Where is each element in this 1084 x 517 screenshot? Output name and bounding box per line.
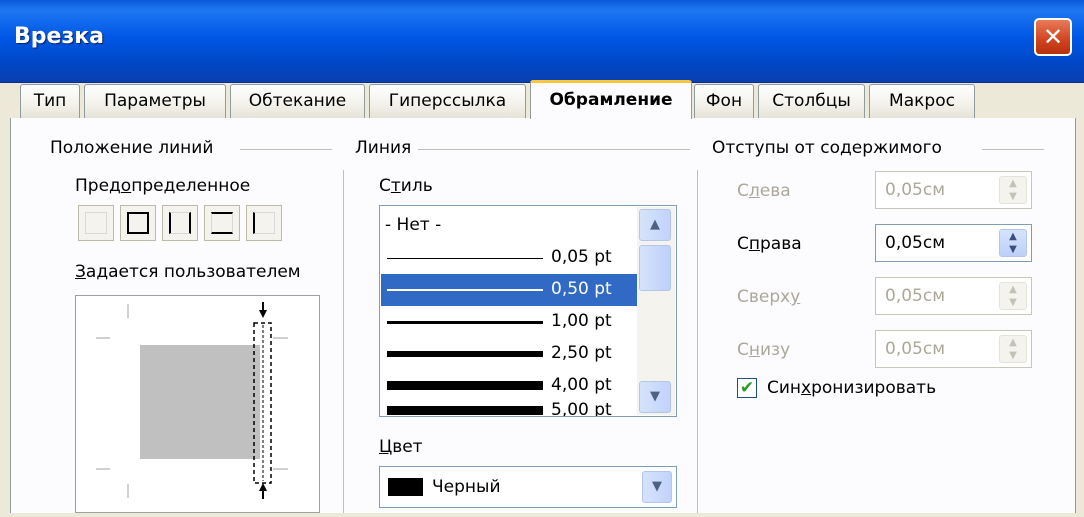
scroll-down-button[interactable]: ▼	[639, 381, 671, 413]
close-button[interactable]: ✕	[1034, 18, 1072, 56]
color-select[interactable]: Черный ▼	[379, 466, 677, 508]
left-spacing-label: Слева	[737, 181, 791, 201]
spin-button[interactable]: ▲ ▼	[999, 229, 1027, 257]
close-icon: ✕	[1042, 23, 1064, 51]
separator	[418, 149, 690, 150]
line-sample	[387, 321, 543, 324]
tab-columns[interactable]: Столбцы	[758, 84, 865, 118]
border-box-icon	[127, 212, 149, 234]
list-item[interactable]: 1,00 pt	[381, 306, 638, 338]
preset-label: Предопределенное	[75, 176, 251, 196]
sync-checkbox[interactable]: ✔	[737, 378, 757, 398]
list-item-label: 5,00 pt	[551, 400, 612, 417]
list-item-label: - Нет -	[385, 215, 442, 235]
line-position-heading: Положение линий	[50, 138, 214, 158]
top-spacing-value: 0,05см	[885, 286, 946, 306]
spin-button[interactable]: ▲ ▼	[999, 176, 1027, 204]
scroll-up-button[interactable]: ▲	[639, 209, 671, 241]
sync-label[interactable]: Синхронизировать	[767, 378, 936, 398]
list-item[interactable]: 0,05 pt	[381, 242, 638, 274]
bottom-spacing-value: 0,05см	[885, 339, 946, 359]
border-preview-drawing	[96, 302, 288, 499]
bottom-spacing-field[interactable]: 0,05см ▲ ▼	[875, 330, 1032, 368]
preset-top-bottom-button[interactable]	[204, 205, 240, 241]
color-label: Цвет	[379, 437, 423, 457]
tab-background[interactable]: Фон	[694, 84, 754, 118]
right-spacing-field[interactable]: 0,05см ▲ ▼	[875, 224, 1032, 262]
color-swatch	[388, 478, 423, 496]
spin-button[interactable]: ▲ ▼	[999, 335, 1027, 363]
list-item-label: 0,05 pt	[551, 247, 612, 267]
border-top-bottom-icon	[211, 212, 233, 234]
border-none-icon	[85, 212, 107, 234]
tab-hyperlink[interactable]: Гиперссылка	[369, 84, 526, 118]
checkmark-icon: ✔	[739, 378, 755, 398]
list-item[interactable]: 4,00 pt	[381, 370, 638, 402]
spin-button[interactable]: ▲ ▼	[999, 282, 1027, 310]
tab-wrap[interactable]: Обтекание	[230, 84, 365, 118]
spacing-heading: Отступы от содержимого	[712, 138, 942, 158]
spin-arrows-icon: ▲ ▼	[1009, 231, 1017, 255]
window-title: Врезка	[14, 24, 104, 49]
line-style-list[interactable]: - Нет - 0,05 pt 0,50 pt 1,00 pt 2,50 pt …	[379, 205, 677, 417]
scroll-thumb[interactable]	[639, 245, 671, 291]
style-label: Стиль	[379, 176, 433, 196]
line-heading: Линия	[355, 138, 412, 158]
right-spacing-value: 0,05см	[885, 233, 946, 253]
line-sample	[387, 406, 543, 415]
line-sample	[387, 289, 543, 291]
list-item-label: 4,00 pt	[551, 375, 612, 395]
chevron-up-icon: ▲	[650, 217, 660, 232]
tab-type[interactable]: Тип	[20, 84, 80, 118]
line-sample	[387, 381, 543, 390]
separator	[240, 149, 332, 150]
list-item-label: 2,50 pt	[551, 343, 612, 363]
top-spacing-field[interactable]: 0,05см ▲ ▼	[875, 277, 1032, 315]
custom-label: Задается пользователем	[75, 262, 301, 282]
chevron-down-icon: ▼	[650, 389, 660, 404]
vertical-scrollbar[interactable]: ▲ ▼	[637, 207, 675, 415]
separator	[982, 149, 1044, 150]
spin-arrows-icon: ▲ ▼	[1009, 284, 1017, 308]
list-item-label: 0,50 pt	[551, 279, 612, 299]
bottom-spacing-label: Снизу	[737, 340, 791, 360]
spin-arrows-icon: ▲ ▼	[1009, 178, 1017, 202]
preset-none-button[interactable]	[78, 205, 114, 241]
separator	[343, 170, 344, 513]
preset-left-button[interactable]	[246, 205, 282, 241]
line-sample	[387, 351, 543, 357]
list-item[interactable]: - Нет -	[381, 210, 638, 242]
border-left-right-icon	[169, 212, 191, 234]
list-item-selected[interactable]: 0,50 pt	[381, 274, 638, 306]
tab-parameters[interactable]: Параметры	[84, 84, 226, 118]
dropdown-button[interactable]: ▼	[642, 471, 672, 503]
preset-left-right-button[interactable]	[162, 205, 198, 241]
right-spacing-label: Справа	[737, 234, 802, 254]
spin-arrows-icon: ▲ ▼	[1009, 337, 1017, 361]
tab-borders[interactable]: Обрамление	[530, 80, 692, 119]
chevron-down-icon: ▼	[652, 479, 662, 494]
left-spacing-field[interactable]: 0,05см ▲ ▼	[875, 171, 1032, 209]
list-item[interactable]: 2,50 pt	[381, 338, 638, 370]
preset-box-button[interactable]	[120, 205, 156, 241]
list-item[interactable]: 5,00 pt	[381, 400, 638, 417]
tab-macro[interactable]: Макрос	[869, 84, 975, 118]
border-left-icon	[253, 212, 275, 234]
title-bar[interactable]: Врезка ✕	[0, 0, 1084, 83]
separator	[697, 170, 698, 513]
left-spacing-value: 0,05см	[885, 180, 946, 200]
line-sample	[387, 258, 543, 259]
color-value: Черный	[432, 477, 501, 497]
border-preview[interactable]	[75, 295, 320, 513]
top-spacing-label: Сверху	[737, 287, 801, 307]
list-item-label: 1,00 pt	[551, 311, 612, 331]
